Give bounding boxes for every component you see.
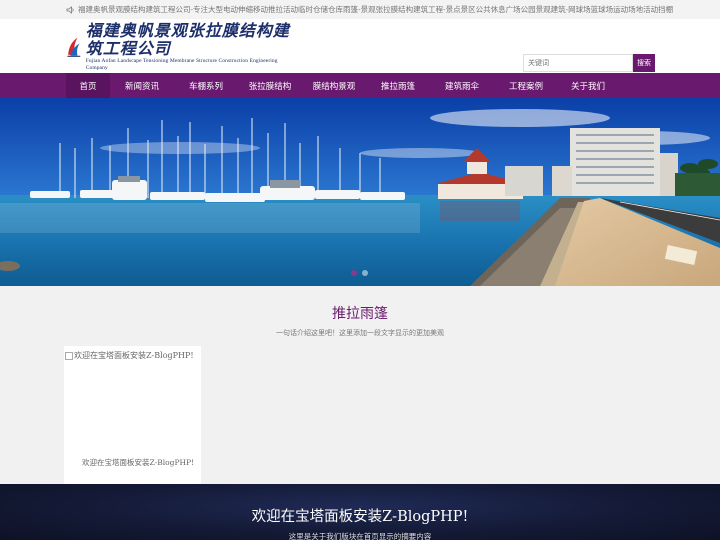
marina-photo	[0, 98, 720, 286]
nav-item-sliding-awning[interactable]: 推拉雨篷	[366, 73, 430, 98]
about-title: 欢迎在宝塔面板安装Z-BlogPHP!	[251, 509, 469, 525]
logo-mark-icon	[67, 37, 81, 57]
banner-dot-1[interactable]	[351, 270, 357, 276]
about-band: 欢迎在宝塔面板安装Z-BlogPHP! 这里是关于我们版块在首页显示的摘要内容	[0, 484, 720, 540]
image-alt-text: 欢迎在宝塔面板安装Z-BlogPHP!	[74, 351, 194, 360]
nav-item-about[interactable]: 关于我们	[558, 73, 618, 98]
banner-dot-2[interactable]	[362, 270, 368, 276]
search-box: 搜索	[523, 54, 655, 72]
search-button[interactable]: 搜索	[633, 54, 655, 72]
nav-item-tension-membrane[interactable]: 张拉膜结构	[238, 73, 302, 98]
about-summary: 这里是关于我们版块在首页显示的摘要内容	[288, 532, 432, 540]
site-header: 福建奥帆景观张拉膜结构建筑工程公司 Fujian Aofan Landscape…	[0, 19, 720, 73]
nav-item-news[interactable]: 新闻资讯	[110, 73, 174, 98]
hero-banner-slider[interactable]	[0, 98, 720, 286]
top-announcement-bar: 福建奥帆景观膜结构建筑工程公司-专注大型电动伸缩移动推拉活动临时仓储仓库雨篷-景…	[0, 0, 720, 19]
broken-image[interactable]: 欢迎在宝塔面板安装Z-BlogPHP!	[65, 350, 194, 361]
search-input[interactable]	[523, 54, 633, 72]
logo-chinese-name: 福建奥帆景观张拉膜结构建筑工程公司	[85, 21, 290, 58]
main-nav: 首页 新闻资讯 车棚系列 张拉膜结构 膜结构景观 推拉雨篷 建筑雨伞 工程案例 …	[0, 73, 720, 98]
announcement-text: 福建奥帆景观膜结构建筑工程公司-专注大型电动伸缩移动推拉活动临时仓储仓库雨篷-景…	[78, 5, 674, 14]
speaker-icon	[66, 5, 75, 14]
logo-english-name: Fujian Aofan Landscape Tensioning Membra…	[85, 58, 278, 71]
section-title: 推拉雨篷	[332, 306, 388, 322]
broken-image-icon	[65, 351, 73, 360]
nav-item-membrane-landscape[interactable]: 膜结构景观	[302, 73, 366, 98]
nav-item-carports[interactable]: 车棚系列	[174, 73, 238, 98]
banner-pagination	[351, 270, 368, 276]
product-card[interactable]: 欢迎在宝塔面板安装Z-BlogPHP! 欢迎在宝塔面板安装Z-BlogPHP!	[64, 346, 201, 484]
card-caption[interactable]: 欢迎在宝塔面板安装Z-BlogPHP!	[82, 457, 194, 468]
nav-item-umbrella[interactable]: 建筑雨伞	[430, 73, 494, 98]
nav-item-home[interactable]: 首页	[66, 73, 110, 98]
site-logo[interactable]: 福建奥帆景观张拉膜结构建筑工程公司 Fujian Aofan Landscape…	[66, 22, 292, 71]
section-subtitle: 一句话介绍这里吧！这里添加一段文字显示的更加美观	[276, 329, 444, 337]
nav-item-projects[interactable]: 工程案例	[494, 73, 558, 98]
